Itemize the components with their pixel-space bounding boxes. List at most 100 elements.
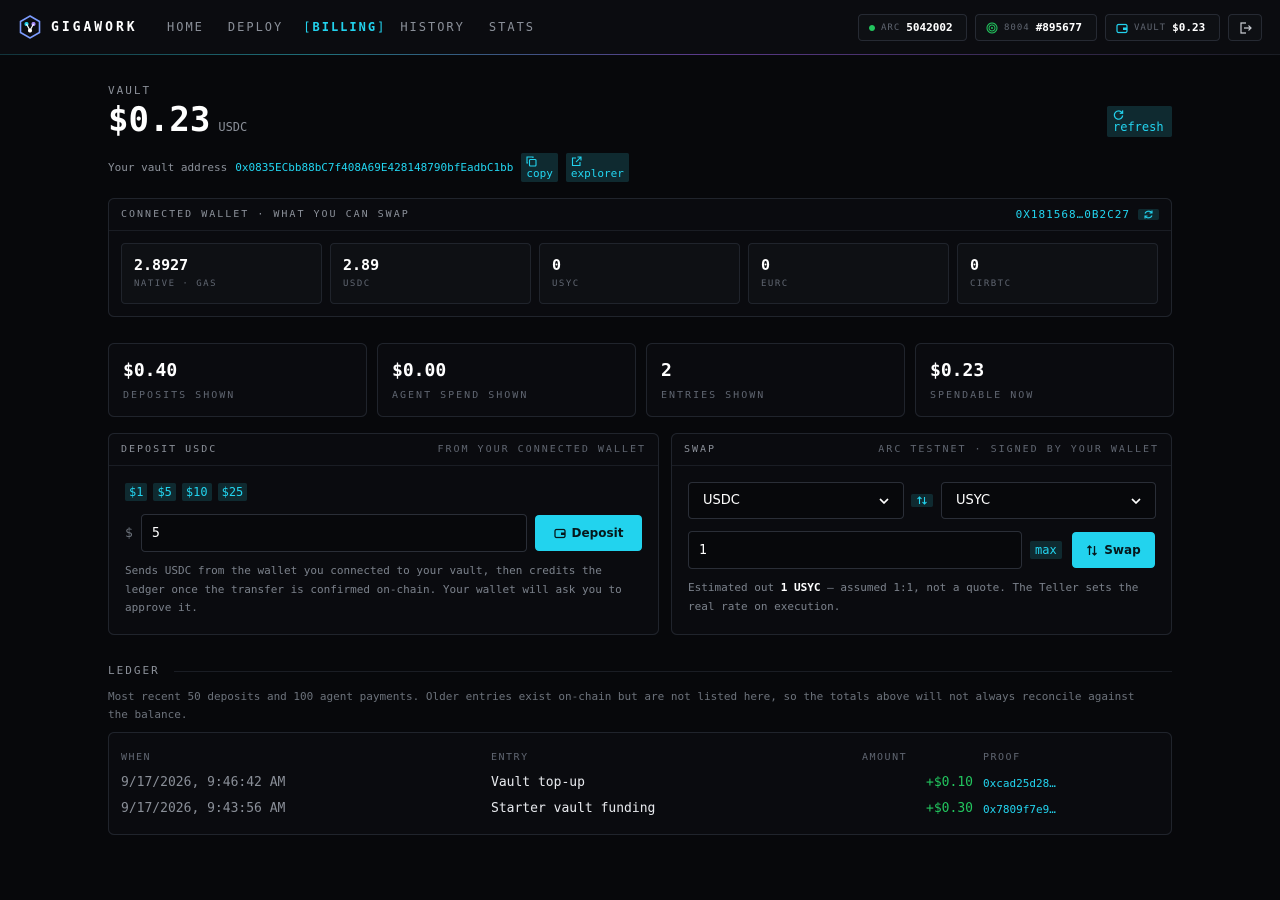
- swap-direction-button[interactable]: [911, 494, 933, 507]
- swap-help-prefix: Estimated out: [688, 581, 781, 594]
- ledger-table: WHEN ENTRY AMOUNT PROOF 9/17/2026, 9:46:…: [108, 732, 1172, 835]
- brand[interactable]: GIGAWORK: [19, 15, 138, 39]
- switch-icon: [1144, 210, 1153, 219]
- chevron-down-icon: [879, 497, 889, 504]
- quick-amount-10[interactable]: $10: [181, 483, 212, 501]
- row-when: 9/17/2026, 9:46:42 AM: [121, 775, 286, 790]
- max-button[interactable]: max: [1030, 541, 1062, 559]
- col-entry: ENTRY: [491, 752, 529, 763]
- vault-amount: $0.23: [108, 100, 211, 140]
- swap-help: Estimated out 1 USYC — assumed 1:1, not …: [688, 579, 1158, 616]
- switch-wallet-button[interactable]: [1138, 209, 1159, 220]
- vault-currency: USDC: [218, 120, 248, 134]
- vault-pill[interactable]: VAULT $0.23: [1105, 14, 1220, 41]
- stat-value: $0.00: [392, 360, 447, 381]
- balance-label: USYC: [552, 279, 580, 289]
- balance-label: NATIVE · GAS: [134, 279, 218, 289]
- nav-stats[interactable]: STATS: [489, 20, 535, 34]
- stat-label: SPENDABLE NOW: [930, 390, 1035, 401]
- col-when: WHEN: [121, 752, 152, 763]
- row-amount: +$0.30: [926, 801, 973, 816]
- deposit-panel: DEPOSIT USDC FROM YOUR CONNECTED WALLET …: [108, 433, 659, 635]
- fingerprint-icon: [986, 22, 998, 33]
- nav-billing-label: BILLING: [312, 20, 378, 34]
- balance-value: 2.8927: [134, 256, 189, 274]
- wallet-icon: [553, 528, 566, 539]
- swap-amount-input[interactable]: 1: [688, 531, 1022, 569]
- logout-button[interactable]: [1228, 14, 1262, 41]
- explorer-label: explorer: [570, 166, 624, 180]
- row-entry: Starter vault funding: [491, 801, 656, 816]
- arc-chain-pill[interactable]: ARC 5042002: [858, 14, 967, 41]
- swap-from-select[interactable]: USDC: [688, 482, 904, 519]
- balance-label: CIRBTC: [970, 279, 1012, 289]
- deposit-help: Sends USDC from the wallet you connected…: [125, 564, 622, 614]
- deposit-title: DEPOSIT USDC: [121, 444, 218, 455]
- balance-value: 2.89: [343, 256, 380, 274]
- row-proof-link[interactable]: 0xcad25d28…: [983, 777, 1056, 790]
- agent-label: 8004: [1004, 22, 1030, 33]
- quick-amount-1[interactable]: $1: [125, 483, 148, 501]
- nav-home[interactable]: HOME: [167, 20, 204, 34]
- stat-label: DEPOSITS SHOWN: [123, 390, 236, 401]
- from-token: USDC: [703, 493, 740, 508]
- quick-amount-5[interactable]: $5: [153, 483, 176, 501]
- swap-arrows-icon: [1087, 544, 1098, 556]
- arc-value: 5042002: [906, 21, 953, 34]
- balance-usdc: 2.89 USDC: [330, 243, 531, 304]
- status-dot-icon: [869, 24, 875, 31]
- deposit-subtitle: FROM YOUR CONNECTED WALLET: [437, 444, 646, 455]
- ledger-divider: [174, 671, 1172, 672]
- stat-value: $0.40: [123, 360, 178, 381]
- vault-address-label: Your vault address: [108, 161, 228, 174]
- wallet-address[interactable]: 0X181568…0B2C27: [1016, 208, 1130, 221]
- deposit-button[interactable]: Deposit: [535, 515, 642, 551]
- nav-billing[interactable]: [BILLING]: [303, 20, 386, 34]
- row-proof-link[interactable]: 0x7809f7e9…: [983, 803, 1056, 816]
- agent-id-pill[interactable]: 8004 #895677: [975, 14, 1097, 41]
- stat-value: 2: [661, 360, 672, 381]
- vault-label: VAULT: [108, 84, 152, 97]
- nav-billing-bracket-open: [: [303, 20, 313, 34]
- stat-spendable: $0.23 SPENDABLE NOW: [915, 343, 1174, 417]
- quick-amount-25[interactable]: $25: [217, 483, 248, 501]
- row-amount: +$0.10: [926, 775, 973, 790]
- balance-label: USDC: [343, 279, 371, 289]
- balance-value: 0: [552, 256, 562, 274]
- nav-billing-bracket-close: ]: [377, 20, 387, 34]
- nav-deploy[interactable]: DEPLOY: [228, 20, 283, 34]
- balance-value: 0: [761, 256, 771, 274]
- vault-address-row: Your vault address 0x0835ECbb88bC7f408A6…: [108, 153, 629, 182]
- copy-icon: [526, 155, 537, 167]
- swap-to-select[interactable]: USYC: [941, 482, 1156, 519]
- nav-history[interactable]: HISTORY: [400, 20, 465, 34]
- explorer-link[interactable]: explorer: [565, 153, 629, 182]
- logo-icon: [19, 15, 41, 39]
- to-token: USYC: [956, 493, 991, 508]
- copy-button[interactable]: copy: [521, 153, 558, 182]
- balance-eurc: 0 EURC: [748, 243, 949, 304]
- wallet-icon: [1116, 23, 1128, 33]
- swap-arrows-icon: [917, 496, 927, 505]
- row-when: 9/17/2026, 9:43:56 AM: [121, 801, 286, 816]
- stat-label: ENTRIES SHOWN: [661, 390, 766, 401]
- swap-button[interactable]: Swap: [1072, 532, 1155, 568]
- currency-symbol: $: [125, 526, 133, 541]
- deposit-button-label: Deposit: [571, 526, 624, 540]
- copy-label: copy: [526, 166, 553, 180]
- ledger-note: Most recent 50 deposits and 100 agent pa…: [108, 690, 1135, 721]
- refresh-button[interactable]: refresh: [1107, 106, 1172, 137]
- agent-value: #895677: [1035, 21, 1083, 34]
- balance-usyc: 0 USYC: [539, 243, 740, 304]
- stat-agent-spend: $0.00 AGENT SPEND SHOWN: [377, 343, 636, 417]
- deposit-amount-input[interactable]: 5: [141, 514, 527, 552]
- nav-divider: [0, 54, 1280, 55]
- logout-icon: [1239, 21, 1252, 34]
- external-link-icon: [571, 155, 582, 166]
- balance-cirbtc: 0 CIRBTC: [957, 243, 1158, 304]
- vault-pill-label: VAULT: [1134, 22, 1167, 33]
- balance-value: 0: [970, 256, 980, 274]
- col-amount: AMOUNT: [862, 752, 908, 763]
- balance-label: EURC: [761, 279, 789, 289]
- vault-address[interactable]: 0x0835ECbb88bC7f408A69E428148790bfEadbC1…: [235, 161, 513, 174]
